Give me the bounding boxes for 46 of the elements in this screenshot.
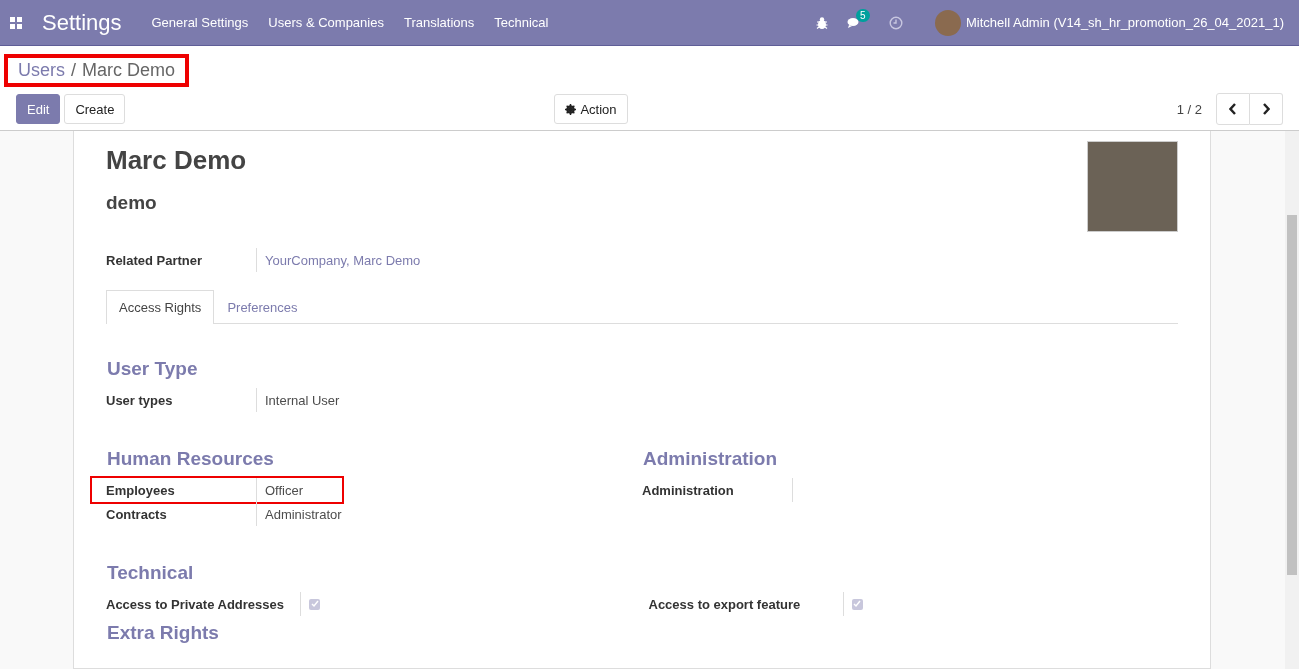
breadcrumb-link[interactable]: Users	[18, 60, 65, 81]
breadcrumb-separator: /	[71, 60, 77, 81]
field-label: Related Partner	[106, 251, 204, 270]
login-name: demo	[106, 192, 158, 214]
action-button[interactable]: Action	[554, 94, 628, 124]
section-title: Human Resources	[107, 448, 275, 470]
field-value: Internal User	[265, 392, 340, 408]
message-count-badge: 5	[856, 8, 870, 22]
chat-icon[interactable]	[847, 15, 861, 30]
field-label: Contracts	[106, 505, 168, 524]
scrollbar[interactable]	[1285, 131, 1299, 669]
menu-item[interactable]: Translations	[403, 15, 475, 30]
field-label: User types	[106, 391, 174, 410]
edit-button[interactable]: Edit	[16, 94, 61, 124]
pager-value: 1 / 2	[1176, 101, 1202, 117]
chevron-left-icon	[1229, 103, 1237, 115]
next-button[interactable]	[1250, 93, 1283, 125]
section-title: Administration	[643, 448, 779, 470]
apps-menu-icon[interactable]	[10, 16, 22, 29]
tab[interactable]: Preferences	[214, 290, 311, 324]
checkbox[interactable]	[851, 598, 863, 610]
gear-icon	[565, 103, 577, 115]
breadcrumb-current: Marc Demo	[82, 60, 176, 81]
menu-item[interactable]: Technical	[494, 15, 549, 30]
checkbox[interactable]	[309, 598, 320, 610]
record-name: Marc Demo	[106, 145, 248, 176]
section-title: User Type	[107, 358, 199, 380]
chevron-right-icon	[1262, 103, 1270, 115]
field-label: Access to Private Addresses	[106, 595, 285, 614]
create-button[interactable]: Create	[64, 94, 126, 124]
field-label: Employees	[106, 481, 176, 500]
user-menu[interactable]: Mitchell Admin (V14_sh_hr_promotion_26_04_2021_1)	[966, 15, 1284, 30]
clock-icon[interactable]	[889, 15, 903, 30]
field-value: Officer	[265, 482, 304, 498]
tab[interactable]: Access Rights	[106, 290, 215, 324]
app-title: Settings	[42, 9, 122, 36]
field-label: Access to export feature	[648, 595, 802, 614]
menu-item[interactable]: General Settings	[151, 15, 249, 30]
bug-icon[interactable]	[815, 15, 829, 30]
field-label: Administration	[642, 481, 735, 500]
partner-link[interactable]: YourCompany, Marc Demo	[265, 252, 421, 268]
menu-item[interactable]: Users & Companies	[268, 15, 384, 30]
section-title: Technical	[107, 562, 195, 584]
field-value: Administrator	[265, 506, 342, 522]
previous-button[interactable]	[1216, 93, 1250, 125]
section-title: Extra Rights	[107, 622, 220, 644]
